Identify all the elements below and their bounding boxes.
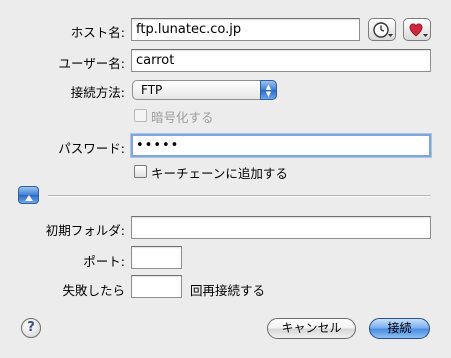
connection-label: 接続方法: bbox=[70, 85, 125, 100]
keychain-label: キーチェーンに追加する bbox=[151, 166, 288, 181]
heart-icon bbox=[408, 21, 428, 43]
favorites-button[interactable] bbox=[403, 18, 431, 41]
up-down-arrows-icon: ▲ ▼ bbox=[260, 80, 277, 100]
separator bbox=[48, 195, 431, 197]
encrypt-label: 暗号化する bbox=[151, 110, 214, 125]
user-input[interactable] bbox=[131, 49, 431, 72]
cancel-button[interactable]: キャンセル bbox=[267, 318, 356, 339]
encrypt-checkbox[interactable] bbox=[134, 109, 147, 122]
retry-label-after: 回再接続する bbox=[190, 283, 266, 298]
connect-button[interactable]: 接続 bbox=[369, 318, 430, 339]
user-label: ユーザー名: bbox=[58, 56, 125, 71]
retry-count-input[interactable] bbox=[131, 275, 182, 298]
password-label: パスワード: bbox=[58, 141, 125, 156]
retry-label-before: 失敗したら bbox=[62, 283, 125, 298]
connection-value: FTP bbox=[141, 83, 163, 97]
disclosure-button[interactable] bbox=[18, 186, 39, 204]
port-input[interactable] bbox=[131, 246, 182, 269]
initial-folder-label: 初期フォルダ: bbox=[45, 223, 125, 238]
clock-icon bbox=[373, 21, 393, 43]
port-label: ポート: bbox=[83, 254, 125, 269]
keychain-checkbox[interactable] bbox=[134, 165, 147, 178]
connection-select[interactable]: FTP ▲ ▼ bbox=[132, 80, 277, 100]
initial-folder-input[interactable] bbox=[131, 216, 431, 239]
history-button[interactable] bbox=[368, 18, 396, 41]
host-input[interactable] bbox=[131, 18, 360, 41]
host-label: ホスト名: bbox=[70, 25, 125, 40]
disclosure-triangle-up-icon bbox=[24, 191, 34, 206]
password-field[interactable] bbox=[131, 134, 431, 157]
help-button[interactable]: ? bbox=[21, 318, 41, 338]
